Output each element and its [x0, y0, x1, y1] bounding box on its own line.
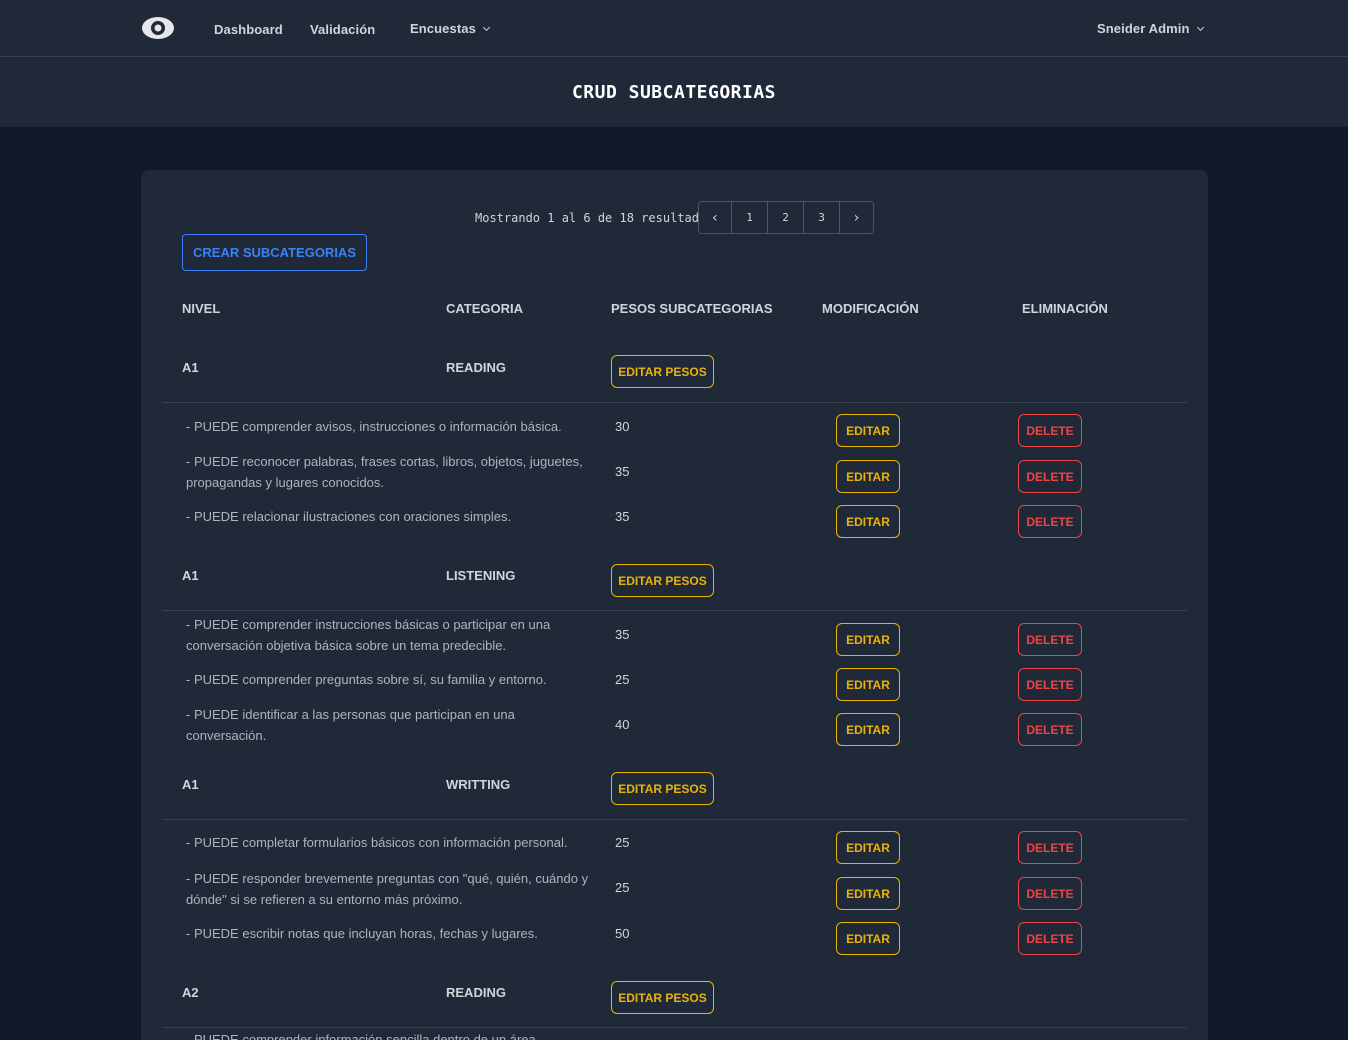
subcategory-description: - PUEDE comprender instrucciones básicas… — [186, 617, 551, 653]
group-nivel: A1 — [182, 360, 199, 375]
chevron-down-icon — [1196, 23, 1204, 32]
pagination-info: Mostrando 1 al 6 de 18 resultados — [475, 211, 714, 225]
subcategory-description: - PUEDE identificar a las personas que p… — [186, 707, 515, 743]
pagination-prev-button[interactable]: ‹ — [699, 202, 732, 233]
create-subcategory-button[interactable]: CREAR SUBCATEGORIAS — [182, 234, 367, 271]
subcategory-description: - PUEDE responder brevemente preguntas c… — [186, 871, 589, 907]
subcategory-weight: 25 — [615, 880, 630, 895]
subcategory-weight: 35 — [615, 627, 630, 642]
eye-icon[interactable] — [141, 14, 175, 42]
subcategory-description: - PUEDE comprender información sencilla … — [186, 1032, 536, 1040]
edit-button[interactable]: EDITAR — [836, 505, 900, 538]
subcategory-weight: 25 — [615, 835, 630, 850]
subcategory-weight: 35 — [615, 464, 630, 479]
page-title: CRUD SUBCATEGORIAS — [571, 82, 777, 103]
group-nivel: A1 — [182, 777, 199, 792]
subcategory-weight: 25 — [615, 672, 630, 687]
divider — [162, 819, 1187, 820]
pagination-page-1[interactable]: 1 — [732, 202, 768, 233]
edit-weights-button[interactable]: EDITAR PESOS — [611, 564, 714, 597]
chevron-down-icon — [482, 23, 490, 32]
nav-dashboard-link[interactable]: Dashboard — [214, 22, 283, 37]
column-header-categoria: CATEGORIA — [446, 301, 524, 316]
subcategory-weight: 35 — [615, 509, 630, 524]
nav-encuestas-dropdown[interactable]: Encuestas — [410, 21, 490, 36]
edit-weights-button[interactable]: EDITAR PESOS — [611, 772, 714, 805]
nav-encuestas-label: Encuestas — [410, 21, 476, 36]
edit-button[interactable]: EDITAR — [836, 922, 900, 955]
group-nivel: A1 — [182, 568, 199, 583]
edit-button[interactable]: EDITAR — [836, 831, 900, 864]
group-categoria: READING — [446, 360, 506, 375]
page-header: CRUD SUBCATEGORIAS — [0, 57, 1348, 127]
subcategory-description: - PUEDE completar formularios básicos co… — [186, 835, 568, 850]
nav-validacion-link[interactable]: Validación — [310, 22, 375, 37]
group-categoria: WRITTING — [446, 777, 511, 792]
column-header-eliminacion: ELIMINACIÓN — [1022, 301, 1108, 316]
top-navbar: Dashboard Validación Encuestas Sneider A… — [0, 0, 1348, 57]
edit-weights-button[interactable]: EDITAR PESOS — [611, 981, 714, 1014]
delete-button[interactable]: DELETE — [1018, 713, 1082, 746]
chevron-right-icon: › — [852, 209, 861, 226]
subcategory-weight: 50 — [615, 926, 630, 941]
delete-button[interactable]: DELETE — [1018, 877, 1082, 910]
pagination-page-2[interactable]: 2 — [768, 202, 804, 233]
divider — [162, 402, 1187, 403]
chevron-left-icon: ‹ — [710, 209, 720, 226]
edit-button[interactable]: EDITAR — [836, 623, 900, 656]
subcategory-description: - PUEDE comprender avisos, instrucciones… — [186, 419, 562, 434]
column-header-nivel: NIVEL — [182, 301, 221, 316]
delete-button[interactable]: DELETE — [1018, 623, 1082, 656]
edit-weights-button[interactable]: EDITAR PESOS — [611, 355, 714, 388]
delete-button[interactable]: DELETE — [1018, 831, 1082, 864]
pagination: ‹ 1 2 3 › — [698, 201, 874, 234]
column-header-pesos: PESOS SUBCATEGORIAS — [611, 301, 773, 316]
delete-button[interactable]: DELETE — [1018, 460, 1082, 493]
divider — [162, 610, 1187, 611]
column-header-modificacion: MODIFICACIÓN — [822, 301, 919, 316]
edit-button[interactable]: EDITAR — [836, 713, 900, 746]
delete-button[interactable]: DELETE — [1018, 668, 1082, 701]
delete-button[interactable]: DELETE — [1018, 505, 1082, 538]
edit-button[interactable]: EDITAR — [836, 877, 900, 910]
subcategory-description: - PUEDE reconocer palabras, frases corta… — [186, 454, 583, 490]
delete-button[interactable]: DELETE — [1018, 922, 1082, 955]
group-categoria: LISTENING — [446, 568, 516, 583]
edit-button[interactable]: EDITAR — [836, 668, 900, 701]
edit-button[interactable]: EDITAR — [836, 414, 900, 447]
edit-button[interactable]: EDITAR — [836, 460, 900, 493]
subcategory-description: - PUEDE comprender preguntas sobre sí, s… — [186, 672, 547, 687]
subcategory-weight: 30 — [615, 419, 630, 434]
delete-button[interactable]: DELETE — [1018, 414, 1082, 447]
user-menu-dropdown[interactable]: Sneider Admin — [1097, 21, 1204, 36]
pagination-page-3[interactable]: 3 — [804, 202, 840, 233]
divider — [162, 1027, 1187, 1028]
user-name: Sneider Admin — [1097, 21, 1190, 36]
subcategory-description: - PUEDE escribir notas que incluyan hora… — [186, 926, 538, 941]
group-nivel: A2 — [182, 985, 199, 1000]
group-categoria: READING — [446, 985, 506, 1000]
subcategory-weight: 40 — [615, 717, 630, 732]
subcategory-description: - PUEDE relacionar ilustraciones con ora… — [186, 509, 512, 524]
pagination-next-button[interactable]: › — [840, 202, 873, 233]
